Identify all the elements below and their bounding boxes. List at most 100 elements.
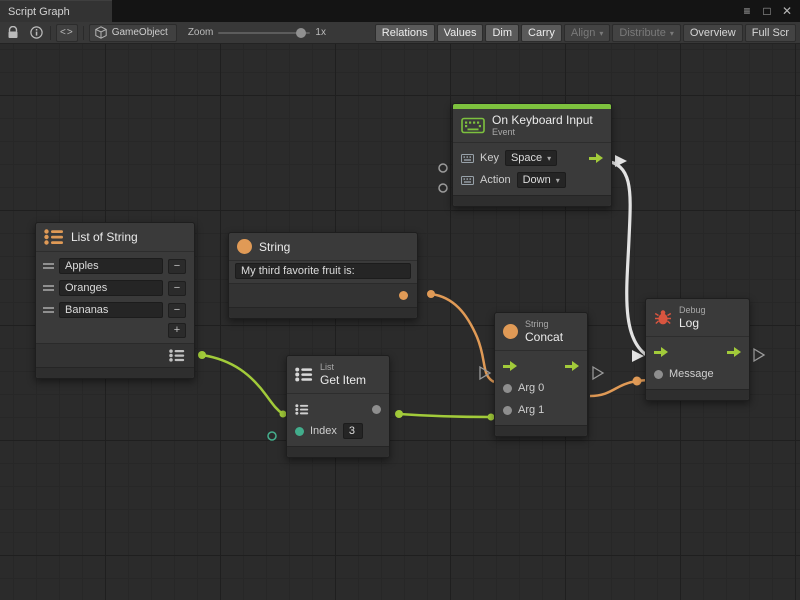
node-category: Debug bbox=[679, 305, 706, 316]
wire-arrowhead bbox=[615, 155, 627, 167]
wire-getitem-to-concat[interactable] bbox=[399, 414, 491, 417]
graph-toolbar: <> GameObject Zoom 1x Relations Values D… bbox=[0, 22, 800, 44]
graph-canvas[interactable]: On Keyboard Input Event Key Space Action… bbox=[0, 44, 800, 600]
wire-concat-to-log[interactable] bbox=[590, 380, 653, 396]
remove-item-button[interactable]: − bbox=[168, 303, 186, 318]
values-button[interactable]: Values bbox=[437, 24, 484, 42]
string-type-icon bbox=[503, 324, 518, 339]
arg1-port-dot[interactable] bbox=[503, 406, 512, 415]
fullscreen-button[interactable]: Full Scr bbox=[745, 24, 796, 42]
message-label: Message bbox=[669, 368, 714, 380]
flow-input-port[interactable] bbox=[503, 361, 517, 371]
index-label: Index bbox=[310, 425, 337, 437]
list-item-row: Oranges − bbox=[36, 277, 194, 299]
close-icon[interactable]: ✕ bbox=[780, 4, 794, 18]
toolbar-buttons: Relations Values Dim Carry Align Distrib… bbox=[375, 24, 796, 42]
zoom-label: Zoom bbox=[188, 27, 214, 38]
node-footer bbox=[229, 307, 417, 318]
key-input-port[interactable] bbox=[439, 164, 447, 172]
log-flow-out-port[interactable] bbox=[754, 349, 764, 361]
index-port-dot[interactable] bbox=[295, 427, 304, 436]
action-label: Action bbox=[480, 174, 511, 186]
node-debug-log[interactable]: Debug Log Message bbox=[645, 298, 750, 401]
node-category: String bbox=[525, 319, 563, 330]
relations-button[interactable]: Relations bbox=[375, 24, 435, 42]
zoom-slider-handle[interactable] bbox=[296, 28, 306, 38]
key-label: Key bbox=[480, 152, 499, 164]
unity-cube-icon bbox=[95, 26, 107, 39]
index-field[interactable]: 3 bbox=[343, 423, 363, 439]
wire-string-to-concat[interactable] bbox=[431, 294, 494, 382]
tab-script-graph[interactable]: Script Graph bbox=[0, 0, 112, 22]
drag-handle-icon[interactable] bbox=[43, 307, 54, 313]
remove-item-button[interactable]: − bbox=[168, 281, 186, 296]
list-input-port[interactable] bbox=[295, 404, 309, 415]
node-body: My third favorite fruit is: bbox=[229, 260, 417, 283]
node-footer bbox=[453, 195, 611, 206]
node-list-of-string[interactable]: List of String Apples − Oranges − Banana… bbox=[35, 222, 195, 379]
wire-list-to-getitem[interactable] bbox=[202, 355, 283, 414]
node-body: Arg 0 Arg 1 bbox=[495, 350, 587, 425]
carry-button[interactable]: Carry bbox=[521, 24, 562, 42]
gameobject-selector[interactable]: GameObject bbox=[89, 24, 177, 42]
list-output-port[interactable] bbox=[169, 349, 185, 362]
tab-label: Script Graph bbox=[8, 6, 70, 18]
action-dropdown[interactable]: Down bbox=[517, 172, 566, 188]
node-header: Debug Log bbox=[646, 299, 749, 336]
node-title: Concat bbox=[525, 330, 563, 344]
flow-output-port[interactable] bbox=[589, 153, 603, 163]
string-output-port[interactable] bbox=[399, 291, 408, 300]
list-item-field[interactable]: Bananas bbox=[59, 302, 163, 318]
flow-output-port[interactable] bbox=[727, 347, 741, 357]
bug-icon bbox=[654, 309, 672, 326]
action-input-port[interactable] bbox=[439, 184, 447, 192]
node-title: Get Item bbox=[320, 373, 366, 387]
item-output-port[interactable] bbox=[372, 405, 381, 414]
dim-button[interactable]: Dim bbox=[485, 24, 519, 42]
node-footer bbox=[495, 425, 587, 436]
remove-item-button[interactable]: − bbox=[168, 259, 186, 274]
drag-handle-icon[interactable] bbox=[43, 285, 54, 291]
arg0-port-dot[interactable] bbox=[503, 384, 512, 393]
gameobject-label: GameObject bbox=[112, 27, 168, 38]
info-icon[interactable] bbox=[27, 24, 45, 42]
node-title: On Keyboard Input bbox=[492, 113, 593, 127]
flow-input-port[interactable] bbox=[654, 347, 668, 357]
list-item-field[interactable]: Oranges bbox=[59, 280, 163, 296]
drag-handle-icon[interactable] bbox=[43, 263, 54, 269]
index-input-port[interactable] bbox=[268, 432, 276, 440]
node-body: Message bbox=[646, 336, 749, 389]
node-get-item[interactable]: List Get Item Index 3 bbox=[286, 355, 390, 458]
list-item-field[interactable]: Apples bbox=[59, 258, 163, 274]
list-item-row: Apples − bbox=[36, 255, 194, 277]
distribute-button[interactable]: Distribute bbox=[612, 24, 680, 42]
overview-button[interactable]: Overview bbox=[683, 24, 743, 42]
node-title: Log bbox=[679, 316, 706, 330]
zoom-slider[interactable] bbox=[218, 32, 310, 34]
keyboard-icon bbox=[461, 117, 485, 134]
add-item-button[interactable]: + bbox=[168, 323, 186, 338]
key-dropdown[interactable]: Space bbox=[505, 150, 557, 166]
node-subtitle: Event bbox=[492, 127, 593, 138]
node-concat[interactable]: String Concat Arg 0 Arg 1 bbox=[494, 312, 588, 437]
maximize-icon[interactable]: □ bbox=[760, 4, 774, 18]
arg1-label: Arg 1 bbox=[518, 404, 544, 416]
node-string-literal[interactable]: String My third favorite fruit is: bbox=[228, 232, 418, 319]
lock-icon[interactable] bbox=[4, 24, 22, 42]
code-icon[interactable]: <> bbox=[56, 24, 78, 42]
align-button[interactable]: Align bbox=[564, 24, 610, 42]
toolbar-separator bbox=[50, 26, 51, 40]
message-port-dot[interactable] bbox=[654, 370, 663, 379]
node-body: Index 3 bbox=[287, 393, 389, 446]
node-on-keyboard-input[interactable]: On Keyboard Input Event Key Space Action… bbox=[452, 103, 612, 207]
key-value: Space bbox=[511, 152, 542, 164]
flow-output-port[interactable] bbox=[565, 361, 579, 371]
node-header: List Get Item bbox=[287, 356, 389, 393]
node-body: Key Space Action Down bbox=[453, 142, 611, 195]
list-item-row: Bananas − bbox=[36, 299, 194, 321]
list-icon bbox=[295, 367, 313, 382]
concat-flow-out-port[interactable] bbox=[593, 367, 603, 379]
menu-icon[interactable]: ≡ bbox=[740, 4, 754, 18]
list-icon bbox=[44, 229, 64, 245]
string-value-field[interactable]: My third favorite fruit is: bbox=[235, 263, 411, 279]
